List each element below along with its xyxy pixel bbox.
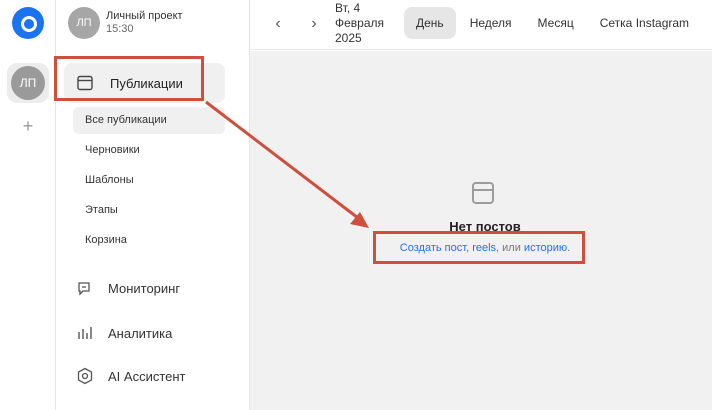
sidebar-subitem-templates[interactable]: Шаблоны — [73, 167, 225, 197]
project-avatar: ЛП — [11, 66, 45, 100]
ai-sparkle-icon — [77, 367, 93, 385]
sidebar-subitem-all[interactable]: Все публикации — [73, 107, 225, 134]
publications-submenu: Все публикации Черновики Шаблоны Этапы К… — [73, 107, 225, 257]
tab-month[interactable]: Месяц — [526, 7, 586, 39]
calendar-toolbar: ‹ › Вт, 4 Февраля 2025 День Неделя Месяц… — [250, 0, 712, 50]
tab-instagram-grid[interactable]: Сетка Instagram — [588, 7, 701, 39]
project-header[interactable]: ЛП Личный проект 15:30 — [68, 6, 183, 40]
view-tabs: День Неделя Месяц Сетка Instagram — [404, 7, 703, 39]
sidebar-item-label: Аналитика — [108, 325, 173, 341]
sidebar-item-analytics[interactable]: Аналитика — [64, 318, 225, 348]
avatar: ЛП — [68, 7, 100, 39]
app-rail: ЛП + — [0, 0, 56, 410]
tab-week[interactable]: Неделя — [458, 7, 524, 39]
app-logo[interactable] — [12, 7, 44, 39]
annotation-highlight-create — [373, 231, 585, 264]
sidebar-subitem-stages[interactable]: Этапы — [73, 197, 225, 227]
sidebar-item-monitoring[interactable]: Мониторинг — [64, 273, 225, 303]
project-switcher-item[interactable]: ЛП — [7, 63, 49, 103]
chat-icon — [78, 282, 90, 296]
sidebar-subitem-trash[interactable]: Корзина — [73, 227, 225, 257]
current-date: Вт, 4 Февраля 2025 — [335, 1, 385, 45]
chevron-right-icon[interactable]: › — [304, 14, 324, 34]
sidebar-subitem-drafts[interactable]: Черновики — [73, 137, 225, 167]
chevron-left-icon[interactable]: ‹ — [268, 14, 288, 34]
sidebar-item-ai-assistant[interactable]: AI Ассистент — [64, 361, 225, 391]
project-name: Личный проект — [106, 10, 183, 22]
add-project-button[interactable]: + — [18, 116, 38, 136]
annotation-highlight-publications — [54, 56, 204, 101]
calendar-icon — [472, 182, 494, 204]
tab-day[interactable]: День — [404, 7, 456, 39]
analytics-icon — [78, 327, 92, 339]
project-time: 15:30 — [106, 23, 134, 35]
sidebar-item-label: AI Ассистент — [108, 368, 186, 384]
sidebar-item-label: Мониторинг — [108, 280, 181, 296]
